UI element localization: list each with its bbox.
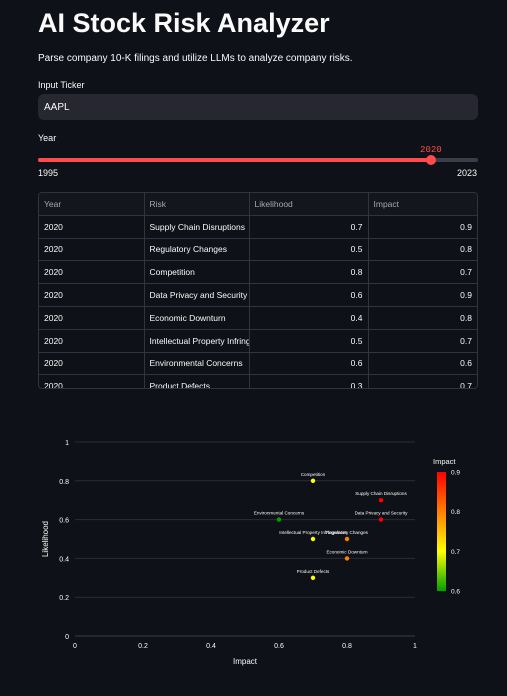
- column-header-impact[interactable]: Impact: [368, 193, 477, 216]
- year-slider-fill: [38, 158, 431, 162]
- colorbar-tick-label: 0.9: [451, 470, 460, 477]
- x-tick-label: 0.8: [342, 643, 352, 650]
- risk-table[interactable]: Year Risk Likelihood Impact 2020 Supply C…: [38, 192, 478, 389]
- colorbar: [437, 472, 446, 591]
- table-row[interactable]: 2020 Regulatory Changes 0.5 0.8: [39, 238, 477, 262]
- year-slider-thumb[interactable]: [425, 155, 436, 165]
- y-tick-label: 0.4: [59, 556, 69, 563]
- cell-risk: Environmental Concerns: [144, 352, 250, 376]
- point-label: Supply Chain Disruptions: [355, 491, 407, 496]
- scatter-point[interactable]: [310, 575, 316, 580]
- cell-risk: Product Defects: [144, 374, 250, 388]
- scatter-point[interactable]: [344, 556, 350, 561]
- y-tick-label: 0.2: [59, 595, 69, 602]
- cell-impact: 0.8: [368, 238, 477, 262]
- page-subtitle: Parse company 10-K filings and utilize L…: [38, 53, 353, 64]
- ticker-input[interactable]: [38, 94, 478, 120]
- cell-risk: Competition: [144, 260, 250, 285]
- risk-scatter-chart[interactable]: 0 0.2 0.4 0.6 0.8 1 0 0.2 0.4 0.6 0.8 1 Impact Likeli…: [0, 428, 507, 696]
- column-header-year[interactable]: Year: [39, 193, 145, 216]
- column-header-likelihood[interactable]: Likelihood: [249, 193, 369, 216]
- y-axis-title: Likelihood: [41, 521, 50, 557]
- table-row[interactable]: 2020 Economic Downturn 0.4 0.8: [39, 306, 477, 330]
- colorbar-tick-label: 0.7: [451, 549, 460, 556]
- ticker-label: Input Ticker: [38, 80, 85, 90]
- scatter-point[interactable]: [310, 536, 316, 542]
- cell-impact: 0.7: [460, 381, 472, 389]
- cell-risk: Economic Downturn: [144, 306, 250, 330]
- year-label: Year: [38, 133, 57, 143]
- x-tick-label: 1: [413, 643, 417, 650]
- x-axis-title: Impact: [233, 657, 258, 666]
- cell-risk: Supply Chain Disruptions: [144, 215, 250, 239]
- scatter-point[interactable]: [310, 478, 316, 483]
- cell-year: 2020: [39, 306, 145, 330]
- cell-impact: 0.9: [368, 215, 477, 239]
- cell-year: 2020: [39, 238, 145, 262]
- cell-likelihood: 0.6: [249, 352, 369, 376]
- cell-risk: Data Privacy and Security: [144, 283, 250, 307]
- table-row[interactable]: 2020 Competition 0.8 0.7: [39, 260, 477, 285]
- x-tick-label: 0.2: [138, 643, 148, 650]
- cell-likelihood: 0.4: [249, 306, 369, 330]
- cell-year: 2020: [39, 352, 145, 376]
- cell-impact: 0.8: [368, 306, 477, 330]
- table-row[interactable]: 2020 Data Privacy and Security 0.6 0.9: [39, 283, 477, 307]
- column-header-risk[interactable]: Risk: [144, 193, 250, 216]
- y-tick-label: 0.8: [59, 479, 69, 486]
- cell-likelihood: 0.7: [249, 215, 369, 239]
- cell-impact: 0.6: [368, 352, 477, 376]
- table-row[interactable]: 2020 Environmental Concerns 0.6 0.6: [39, 352, 477, 376]
- colorbar-title: Impact: [433, 457, 456, 466]
- point-label: Data Privacy and Security: [355, 511, 409, 516]
- point-label: Economic Downturn: [326, 549, 368, 554]
- cell-likelihood: 0.6: [249, 283, 369, 307]
- table-row[interactable]: 2020 Product Defects 0.3 0.7: [39, 374, 477, 389]
- point-label: Product Defects: [297, 569, 330, 574]
- scatter-point[interactable]: [344, 536, 350, 542]
- cell-risk: Regulatory Changes: [144, 238, 250, 262]
- cell-likelihood: 0.3: [249, 374, 369, 388]
- scatter-point[interactable]: [276, 517, 282, 522]
- x-tick-label: 0.6: [274, 643, 284, 650]
- page-title: AI Stock Risk Analyzer: [38, 8, 330, 38]
- cell-likelihood: 0.5: [249, 238, 369, 262]
- table-row[interactable]: 2020 Supply Chain Disruptions 0.7 0.9: [39, 215, 477, 239]
- cell-impact: 0.7: [368, 329, 477, 353]
- table-row[interactable]: 2020Intellectual Property Infringement0.…: [39, 329, 477, 353]
- colorbar-tick-label: 0.6: [451, 589, 460, 596]
- colorbar-tick-label: 0.8: [451, 509, 460, 516]
- y-tick-label: 0: [65, 634, 69, 641]
- scatter-point[interactable]: [378, 517, 384, 522]
- cell-year: 2020: [39, 260, 145, 285]
- cell-likelihood: 0.8: [249, 260, 369, 285]
- year-slider-value: 2020: [420, 145, 442, 155]
- point-label: Intellectual Property Infringement: [279, 530, 347, 535]
- cell-likelihood: 0.5: [249, 329, 369, 353]
- year-slider-max: 2023: [457, 168, 478, 178]
- cell-impact: 0.7: [368, 260, 477, 285]
- y-tick-label: 1: [65, 440, 69, 447]
- cell-year: 2020: [39, 283, 145, 307]
- cell-year: 2020: [39, 374, 145, 388]
- x-tick-label: 0: [73, 643, 77, 650]
- point-label: Environmental Concerns: [254, 511, 305, 516]
- y-tick-label: 0.6: [59, 518, 69, 525]
- scatter-point[interactable]: [378, 498, 384, 503]
- cell-year: 2020: [39, 329, 145, 353]
- x-tick-label: 0.4: [206, 643, 216, 650]
- year-slider-min: 1995: [38, 168, 59, 178]
- point-label: Competition: [301, 472, 326, 477]
- year-slider[interactable]: [38, 155, 478, 165]
- cell-impact: 0.9: [368, 283, 477, 307]
- cell-year: 2020: [39, 215, 145, 239]
- table-header-row: Year Risk Likelihood Impact: [39, 193, 477, 216]
- cell-risk: Intellectual Property Infringement: [144, 329, 250, 353]
